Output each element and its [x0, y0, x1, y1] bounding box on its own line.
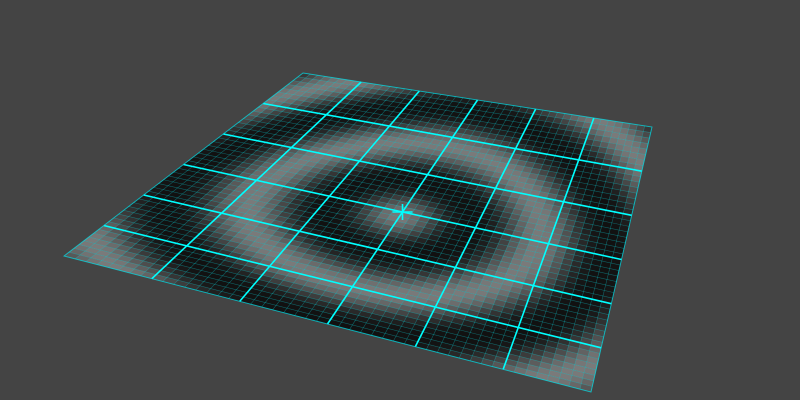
scene-canvas[interactable] — [0, 0, 800, 400]
3d-viewport[interactable] — [0, 0, 800, 400]
